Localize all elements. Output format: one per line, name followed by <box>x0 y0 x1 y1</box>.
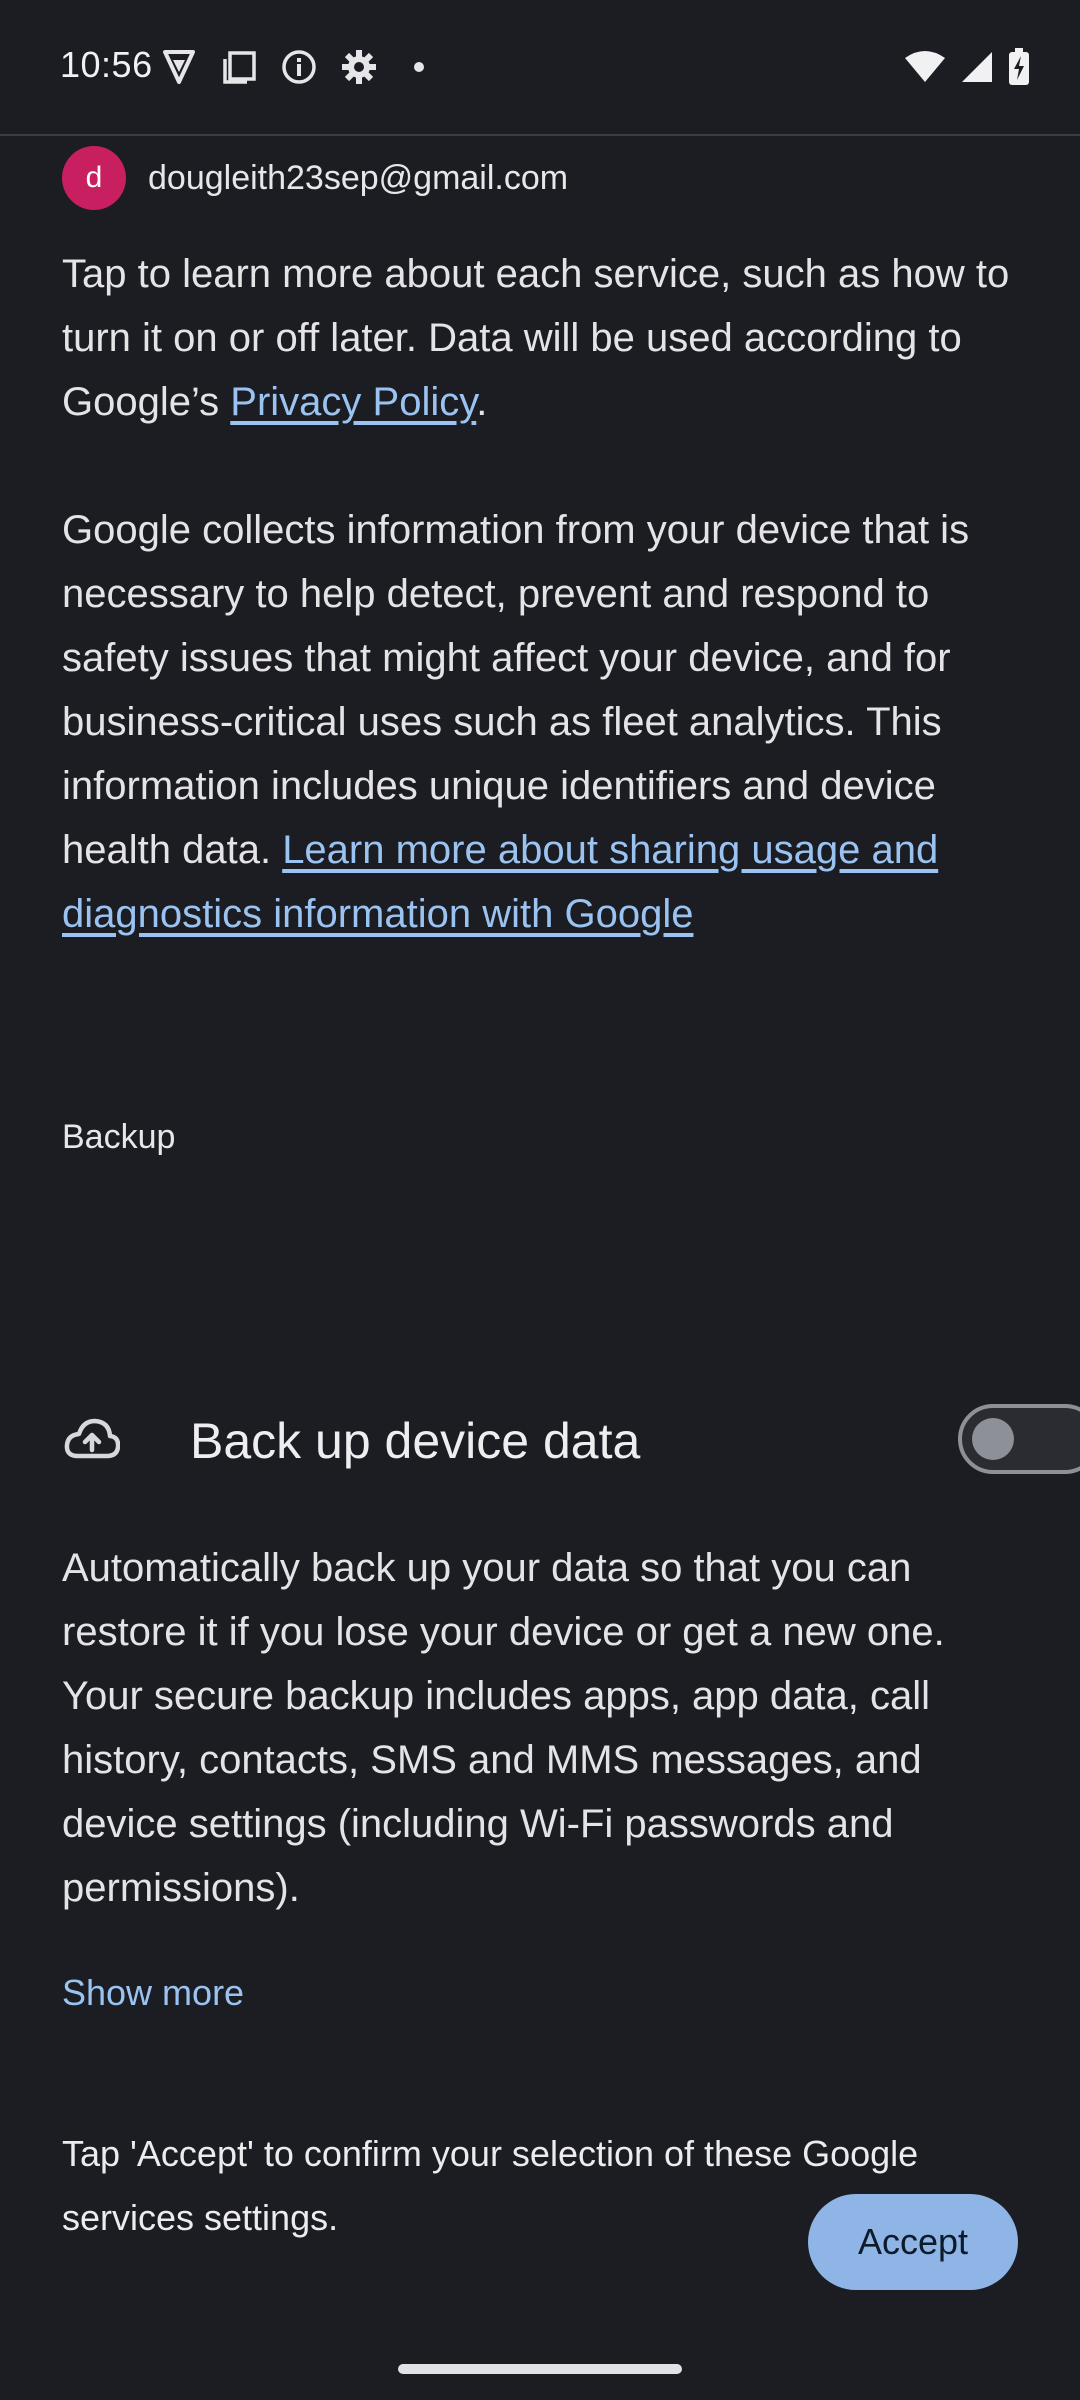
backup-toggle-row[interactable]: Back up device data <box>62 1398 1080 1482</box>
battery-charging-icon <box>1008 48 1030 91</box>
avatar: d <box>62 146 126 210</box>
backup-description: Automatically back up your data so that … <box>62 1546 945 1910</box>
diagnostics-text: Google collects information from your de… <box>62 508 970 872</box>
vpn-shield-icon <box>160 48 198 86</box>
status-icons-left <box>160 48 438 86</box>
cloud-upload-icon <box>64 1416 121 1464</box>
intro-text-end: . <box>476 380 488 424</box>
notification-dot-icon <box>400 48 438 86</box>
intro-text: Tap to learn more about each service, su… <box>62 252 1010 424</box>
diagnostics-paragraph: Google collects information from your de… <box>62 498 1022 946</box>
privacy-policy-link[interactable]: Privacy Policy <box>230 380 476 424</box>
info-icon <box>280 48 318 86</box>
backup-toggle-switch[interactable] <box>958 1404 1080 1474</box>
backup-toggle-label: Back up device data <box>190 1413 641 1469</box>
accept-button[interactable]: Accept <box>808 2194 1018 2290</box>
backup-section-title: Backup <box>62 1118 176 1156</box>
cell-signal-icon <box>960 50 994 89</box>
wifi-icon <box>904 50 946 89</box>
account-email: dougleith23sep@gmail.com <box>148 158 569 197</box>
intro-paragraph: Tap to learn more about each service, su… <box>62 242 1022 434</box>
toggle-knob <box>972 1418 1014 1460</box>
screenshot-icon <box>220 48 258 86</box>
settings-gear-icon <box>340 48 378 86</box>
status-icons-right <box>904 48 1030 91</box>
status-time: 10:56 <box>60 44 153 85</box>
show-more-link[interactable]: Show more <box>62 1972 244 2014</box>
status-bar: 10:56 <box>0 0 1080 136</box>
gesture-nav-handle[interactable] <box>398 2364 682 2374</box>
account-row: d dougleith23sep@gmail.com <box>62 146 568 210</box>
